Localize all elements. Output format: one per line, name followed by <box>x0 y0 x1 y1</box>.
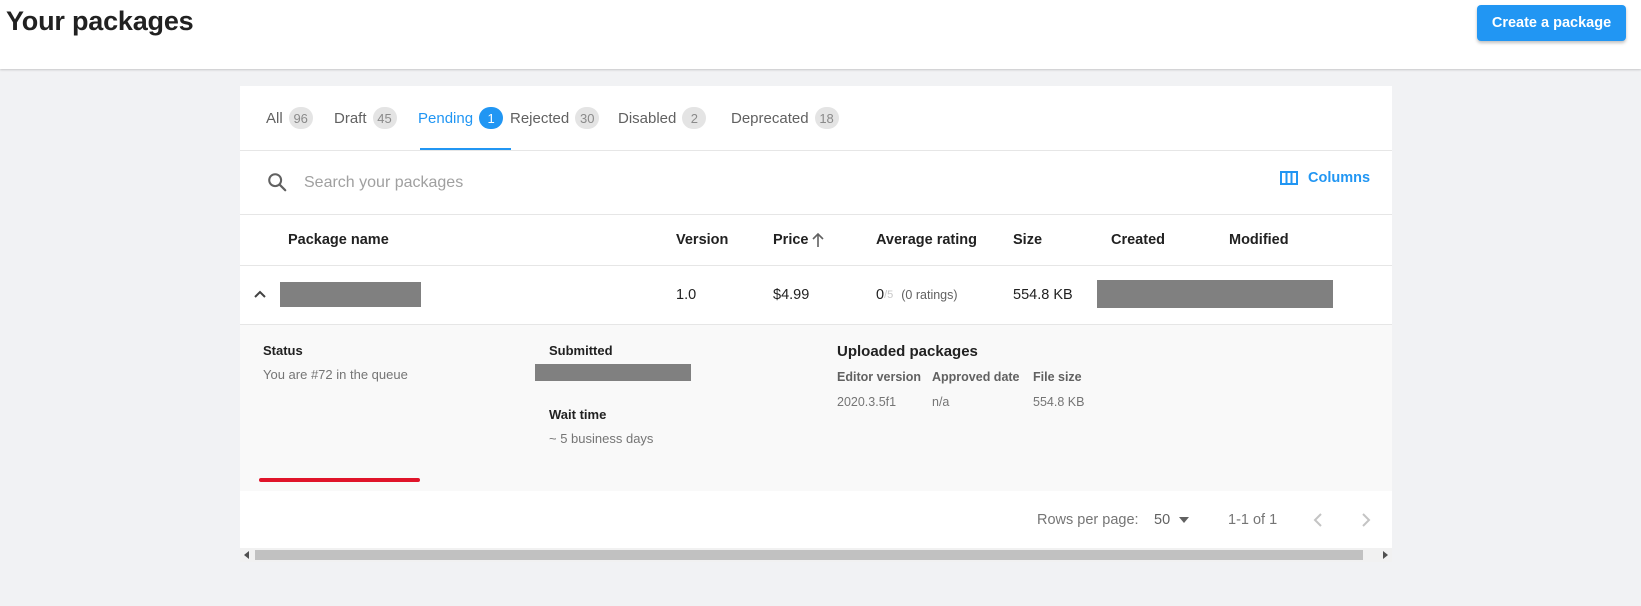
tab-count-badge: 45 <box>372 107 397 129</box>
top-bar: Your packages Create a package <box>0 0 1641 69</box>
redacted-submitted-date <box>535 364 691 381</box>
cell-price: $4.99 <box>773 287 810 303</box>
search-input[interactable] <box>302 168 906 198</box>
uploaded-header-approved: Approved date <box>932 370 1020 384</box>
tab-label: All <box>266 109 283 127</box>
horizontal-scrollbar[interactable] <box>240 548 1392 562</box>
tab-disabled[interactable]: Disabled 2 <box>618 86 707 150</box>
status-value: You are #72 in the queue <box>263 367 408 382</box>
tab-pending[interactable]: Pending 1 <box>418 86 504 150</box>
rows-per-page-label: Rows per page: <box>1037 511 1139 528</box>
chevron-left-icon[interactable] <box>1312 512 1324 528</box>
pagination-range: 1-1 of 1 <box>1228 511 1278 528</box>
uploaded-cell-editor: 2020.3.5f1 <box>837 395 897 409</box>
tab-label: Rejected <box>510 109 570 127</box>
view-columns-icon <box>1280 171 1298 185</box>
chevron-up-icon[interactable] <box>252 288 268 300</box>
column-header-price[interactable]: Price <box>773 215 825 265</box>
column-header-price-label: Price <box>773 232 809 248</box>
scrollbar-thumb[interactable] <box>255 550 1363 560</box>
status-tabs: All 96 Draft 45 Pending 1 Rejected 30 Di… <box>240 86 1392 151</box>
cell-rating: 0 /5 (0 ratings) <box>876 266 958 324</box>
cell-version: 1.0 <box>676 287 697 303</box>
rows-per-page-value: 50 <box>1154 511 1171 528</box>
uploaded-header-filesize: File size <box>1033 370 1082 384</box>
pagination-bar: Rows per page: 50 1-1 of 1 <box>240 491 1392 548</box>
rating-max: /5 <box>884 289 894 301</box>
rows-per-page-select[interactable]: 50 <box>1154 491 1190 548</box>
caret-down-icon <box>1179 516 1190 523</box>
redacted-package-name <box>280 282 421 307</box>
search-bar: Columns <box>240 151 1392 215</box>
red-annotation-underline <box>259 478 420 482</box>
table-row[interactable]: 1.0 $4.99 0 /5 (0 ratings) 554.8 KB <box>240 266 1392 325</box>
columns-button-label: Columns <box>1308 170 1371 186</box>
packages-card: All 96 Draft 45 Pending 1 Rejected 30 Di… <box>240 86 1392 548</box>
column-header-name[interactable]: Package name <box>288 215 389 265</box>
column-header-created[interactable]: Created <box>1111 215 1165 265</box>
column-header-size[interactable]: Size <box>1013 215 1042 265</box>
uploaded-packages-title: Uploaded packages <box>837 343 978 360</box>
scroll-right-arrow-icon[interactable] <box>1383 551 1388 559</box>
table-header: Package name Version Price Average ratin… <box>240 215 1392 266</box>
status-label: Status <box>263 343 303 358</box>
page-title: Your packages <box>6 6 194 36</box>
tab-deprecated[interactable]: Deprecated 18 <box>731 86 839 150</box>
tab-label: Deprecated <box>731 109 809 127</box>
scroll-left-arrow-icon[interactable] <box>244 551 249 559</box>
active-tab-indicator <box>420 148 511 150</box>
create-package-button[interactable]: Create a package <box>1477 5 1626 41</box>
tab-label: Draft <box>334 109 367 127</box>
search-icon <box>268 173 287 192</box>
chevron-right-icon[interactable] <box>1360 512 1372 528</box>
tab-count-badge: 96 <box>288 107 313 129</box>
tab-all[interactable]: All 96 <box>266 86 313 150</box>
tab-label: Disabled <box>618 109 677 127</box>
tab-label: Pending <box>418 109 474 127</box>
columns-button[interactable]: Columns <box>1280 170 1370 186</box>
uploaded-cell-approved: n/a <box>932 395 950 409</box>
tab-count-badge: 18 <box>814 107 839 129</box>
arrow-up-icon <box>812 232 825 247</box>
tab-draft[interactable]: Draft 45 <box>334 86 397 150</box>
uploaded-header-editor: Editor version <box>837 370 922 384</box>
package-details-panel: Status You are #72 in the queue Submitte… <box>240 325 1392 491</box>
column-header-version[interactable]: Version <box>676 215 728 265</box>
redacted-dates <box>1097 280 1333 308</box>
rating-count: (0 ratings) <box>901 288 958 302</box>
tab-count-badge: 2 <box>682 107 707 129</box>
rating-value: 0 <box>876 287 885 303</box>
submitted-label: Submitted <box>549 343 613 358</box>
tab-rejected[interactable]: Rejected 30 <box>510 86 600 150</box>
tab-count-badge: 30 <box>575 107 600 129</box>
cell-size: 554.8 KB <box>1013 287 1073 303</box>
column-header-rating[interactable]: Average rating <box>876 215 977 265</box>
wait-time-value: ~ 5 business days <box>549 431 654 446</box>
wait-time-label: Wait time <box>549 407 607 422</box>
tab-count-badge: 1 <box>479 107 504 129</box>
column-header-modified[interactable]: Modified <box>1229 215 1289 265</box>
uploaded-cell-filesize: 554.8 KB <box>1033 395 1085 409</box>
